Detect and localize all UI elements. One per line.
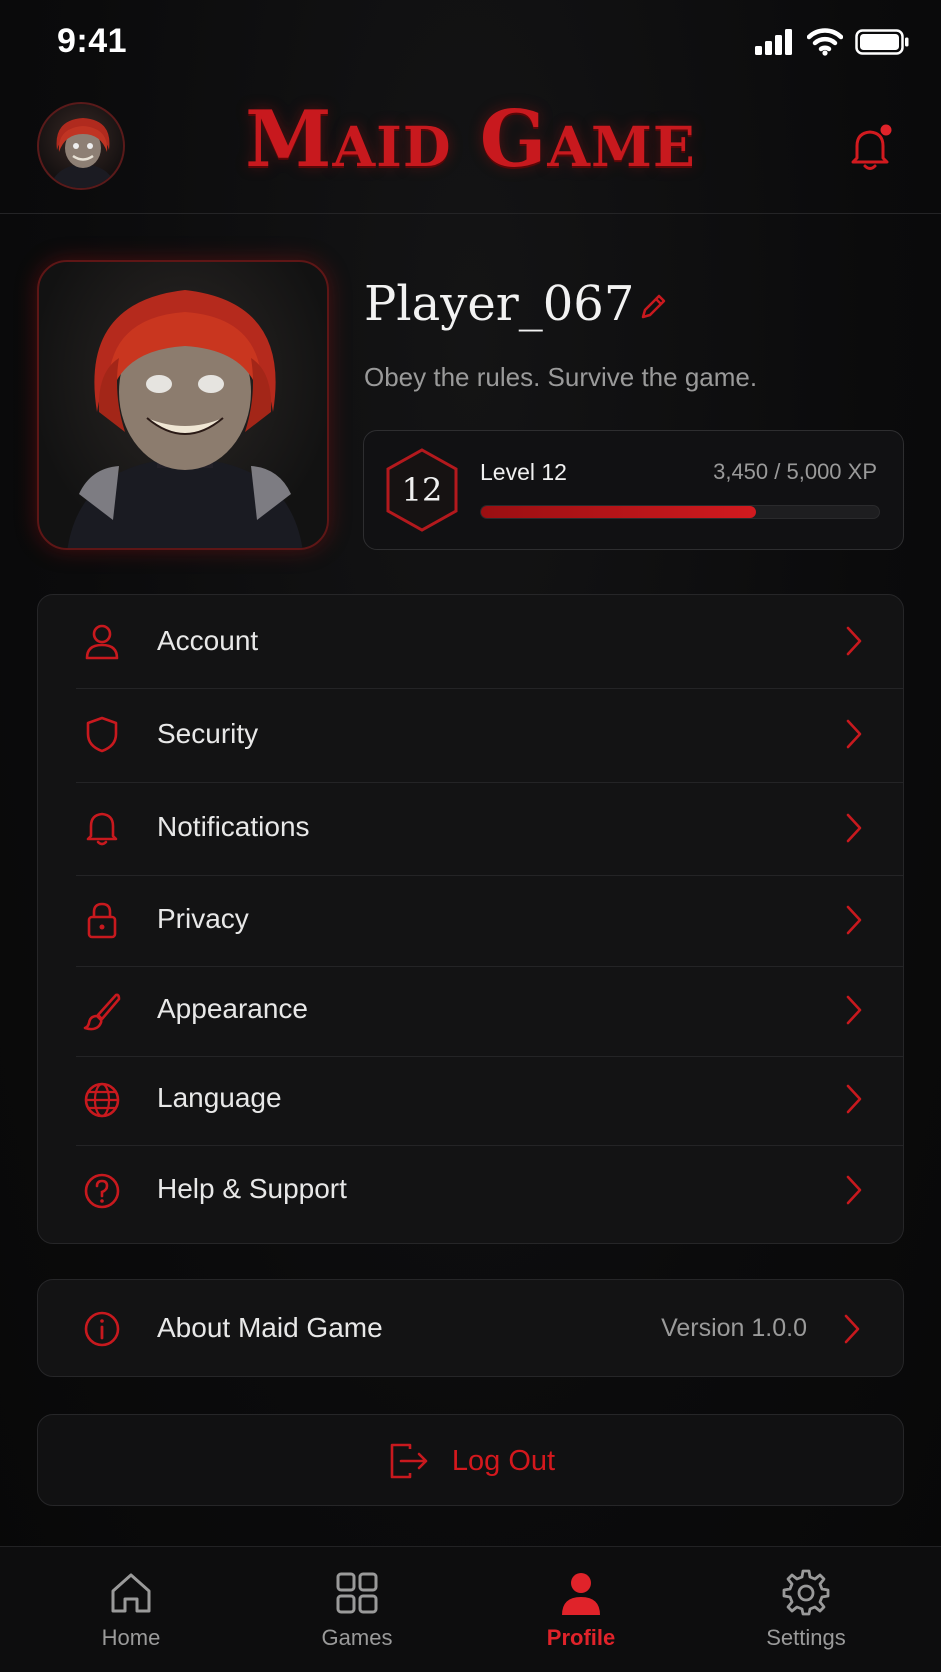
shield-icon [86,716,118,753]
menu-item-security[interactable]: Security [38,689,905,782]
logout-button[interactable]: Log Out [37,1414,904,1506]
user-icon [85,624,119,660]
tab-label: Profile [546,1625,616,1650]
chevron-right-icon [846,813,862,843]
username: Player_067 [364,276,635,332]
level-card: 12 Level 12 3,450 / 5,000 XP [363,430,904,550]
profile-screen: 9:41 Maid Game Player_067 Obey the rules… [0,0,941,1672]
menu-item-account[interactable]: Account [38,595,905,688]
tab-profile[interactable]: Profile [506,1569,656,1651]
bottom-tab-bar: Home Games Profile Settings [0,1546,941,1672]
profile-portrait [67,290,303,548]
menu-item-privacy[interactable]: Privacy [38,876,905,966]
xp-progress-fill [481,506,756,518]
status-bar: 9:41 [0,0,941,88]
tab-label: Home [101,1625,161,1650]
xp-text: 3,450 / 5,000 XP [713,459,877,484]
about-label: About Maid Game [157,1312,383,1343]
tab-settings[interactable]: Settings [731,1569,881,1651]
gear-icon [782,1569,830,1616]
battery-icon [855,29,909,55]
bell-icon [851,124,892,170]
app-version: Version 1.0.0 [661,1314,807,1342]
menu-item-label: Notifications [157,811,310,842]
level-number: 12 [401,471,443,509]
logout-content: Log Out [38,1441,905,1481]
menu-item-appearance[interactable]: Appearance [38,967,905,1056]
logout-label: Log Out [451,1444,556,1477]
logout-icon [390,1443,428,1479]
xp-progress-bar [480,505,880,519]
chevron-right-icon [846,626,862,656]
pencil-icon [641,294,666,319]
chevron-right-icon [846,905,862,935]
chevron-right-icon [844,1314,860,1344]
tab-games[interactable]: Games [282,1569,432,1651]
chevron-right-icon [846,1084,862,1114]
signal-icon [755,29,792,55]
chevron-right-icon [846,719,862,749]
lock-icon [87,902,117,939]
menu-item-label: Help & Support [157,1173,347,1204]
about-row[interactable]: About Maid Game Version 1.0.0 [37,1279,904,1377]
grid-icon [336,1572,378,1614]
level-label: Level 12 [480,459,567,485]
notifications-button[interactable] [845,122,897,174]
brush-icon [83,993,121,1031]
user-filled-icon [562,1573,600,1615]
menu-item-label: Security [157,718,259,749]
app-title: Maid Game [245,94,696,185]
bell-icon [86,812,118,846]
settings-menu: Account Security Notifications Privacy A… [37,594,904,1244]
chevron-right-icon [846,1175,862,1205]
wifi-icon [807,28,843,56]
menu-item-notifications[interactable]: Notifications [38,783,905,875]
profile-photo[interactable] [37,260,329,550]
tab-home[interactable]: Home [56,1569,206,1651]
menu-item-label: Language [157,1082,282,1113]
question-circle-icon [84,1173,120,1209]
profile-tagline: Obey the rules. Survive the game. [364,362,758,392]
app-header: Maid Game [0,88,941,214]
chevron-right-icon [846,995,862,1025]
tab-label: Settings [766,1625,846,1650]
status-time: 9:41 [57,22,128,60]
tab-label: Games [321,1625,393,1650]
info-circle-icon [84,1311,120,1347]
menu-item-label: Privacy [157,903,249,934]
home-icon [111,1573,151,1613]
menu-item-label: Account [157,625,259,656]
menu-item-language[interactable]: Language [38,1057,905,1145]
globe-icon [84,1082,120,1118]
menu-item-help-support[interactable]: Help & Support [38,1146,905,1244]
status-icons [755,28,909,56]
menu-item-label: Appearance [157,993,309,1024]
edit-username-button[interactable] [636,290,670,324]
